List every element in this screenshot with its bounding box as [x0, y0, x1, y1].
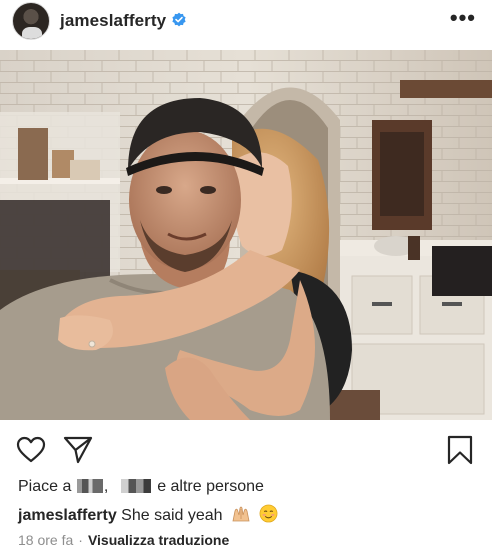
post-photo[interactable]	[0, 50, 492, 420]
paper-plane-icon[interactable]	[62, 434, 94, 466]
caption-text: She said yeah	[121, 507, 223, 524]
verified-badge-icon	[172, 12, 186, 27]
avatar[interactable]	[12, 2, 50, 40]
bookmark-icon[interactable]	[444, 434, 476, 466]
meta-separator: ·	[78, 532, 83, 548]
caption-username[interactable]: jameslafferty	[18, 507, 117, 524]
redacted-username-2	[120, 479, 151, 493]
post-meta: 18 ore fa · Visualizza traduzione	[18, 532, 229, 548]
post-actions	[0, 428, 492, 468]
raised-hands-emoji-icon	[232, 506, 250, 522]
post-username[interactable]: jameslafferty	[60, 11, 166, 31]
redacted-username-1	[76, 479, 103, 493]
likes-suffix: e altre persone	[157, 478, 264, 495]
post-caption: jameslafferty She said yeah	[18, 504, 278, 525]
post-photo-image	[0, 50, 492, 420]
smiling-face-emoji-icon	[260, 504, 278, 523]
likes-separator: ,	[103, 478, 109, 495]
more-options-icon[interactable]: •••	[450, 7, 476, 29]
heart-icon[interactable]	[15, 434, 47, 466]
see-translation-link[interactable]: Visualizza traduzione	[88, 532, 229, 548]
likes-prefix: Piace a	[18, 478, 72, 495]
post-header: jameslafferty •••	[0, 0, 492, 44]
likes-summary[interactable]: Piace a , e altre persone	[18, 478, 264, 496]
post-time[interactable]: 18 ore fa	[18, 532, 73, 548]
